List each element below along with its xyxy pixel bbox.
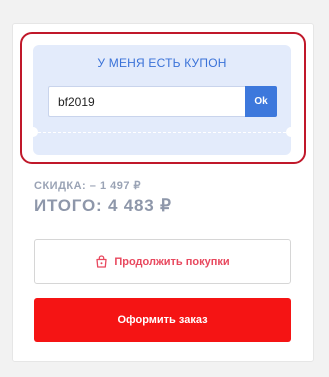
place-order-button[interactable]: Оформить заказ xyxy=(34,298,291,342)
discount-amount: СКИДКА: – 1 497 ₽ xyxy=(34,180,142,192)
continue-shopping-label: Продолжить покупки xyxy=(114,255,230,268)
continue-shopping-button[interactable]: Продолжить покупки xyxy=(34,239,291,284)
coupon-highlight-outline xyxy=(20,32,306,164)
order-total: ИТОГО: 4 483 ₽ xyxy=(34,196,172,215)
shopping-bag-icon xyxy=(95,255,108,268)
